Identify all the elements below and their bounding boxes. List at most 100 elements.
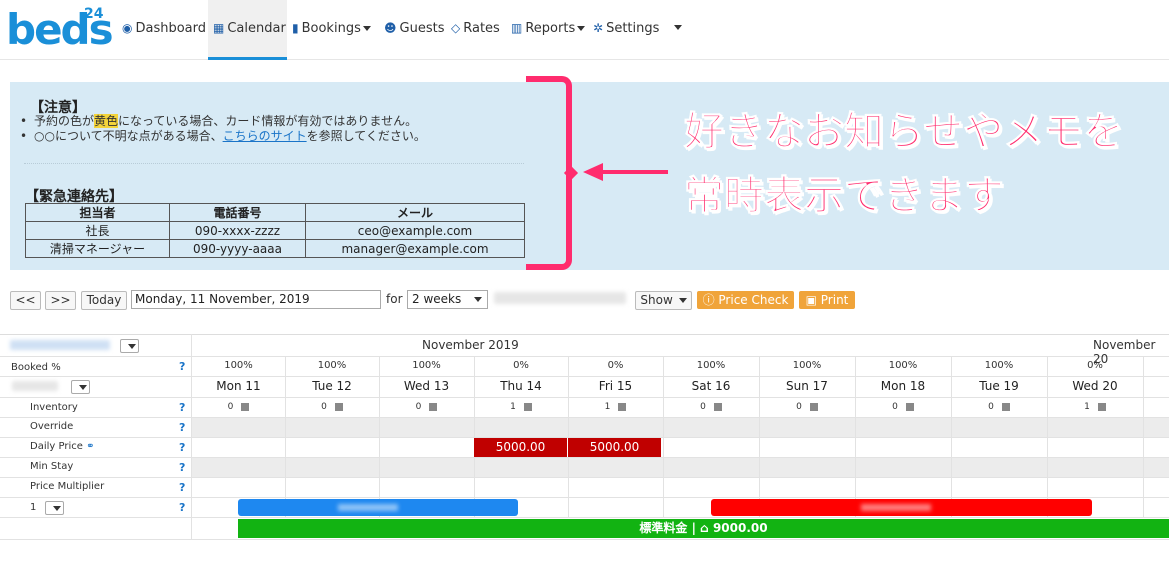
nav-rates[interactable]: ◇ Rates bbox=[451, 0, 500, 60]
inventory-count: 0 bbox=[227, 402, 234, 412]
date-input[interactable]: Monday, 11 November, 2019 bbox=[131, 290, 381, 309]
help-icon[interactable]: ? bbox=[179, 401, 185, 414]
day-header: Sun 17 bbox=[786, 379, 828, 393]
chevron-down-icon bbox=[674, 25, 682, 30]
inventory-cell[interactable]: 1 bbox=[571, 402, 661, 412]
rate-bar[interactable]: 標準料金 | ⌂ 9000.00 bbox=[238, 519, 1169, 538]
prev-button[interactable]: << bbox=[10, 291, 41, 310]
price-check-label: Price Check bbox=[718, 293, 789, 307]
help-icon[interactable]: ? bbox=[179, 481, 185, 494]
property-dropdown[interactable] bbox=[120, 339, 139, 353]
room-icon bbox=[618, 402, 627, 411]
nav-reports[interactable]: ▥ Reports bbox=[511, 0, 586, 60]
column-header: 電話番号 bbox=[169, 203, 306, 222]
notice-item-2: ○○について不明な点がある場合、こちらのサイトを参照してください。 bbox=[20, 129, 426, 144]
room-icon bbox=[334, 402, 343, 411]
price-check-button[interactable]: ⓘ Price Check bbox=[697, 291, 794, 309]
grid-line bbox=[1143, 356, 1144, 518]
inventory-cell[interactable]: 1 bbox=[1050, 402, 1140, 412]
nav-dashboard-label: Dashboard bbox=[135, 21, 207, 36]
nav-settings[interactable]: ✲ Settings bbox=[593, 0, 659, 60]
top-navbar: beds 24 ◉ Dashboard ▦ Calendar ▮ Bookings ☻… bbox=[0, 0, 1169, 60]
unit-dropdown[interactable] bbox=[45, 501, 64, 515]
grid-line bbox=[951, 356, 952, 518]
inventory-cell[interactable]: 0 bbox=[762, 402, 852, 412]
blurred-guest-name bbox=[338, 504, 398, 511]
grid-line bbox=[0, 497, 1169, 498]
room-icon bbox=[1097, 402, 1106, 411]
booked-percent: 0% bbox=[607, 360, 624, 371]
inventory-cell[interactable]: 0 bbox=[382, 402, 472, 412]
nav-calendar[interactable]: ▦ Calendar bbox=[208, 0, 287, 60]
bookings-icon: ▮ bbox=[292, 21, 299, 35]
rate-name: 標準料金 | bbox=[639, 521, 701, 535]
notice-item-1: 予約の色が黄色になっている場合、カード情報が有効ではありません。 bbox=[20, 114, 426, 129]
today-button[interactable]: Today bbox=[81, 291, 127, 310]
chevron-down-icon bbox=[79, 385, 87, 390]
grid-line bbox=[379, 356, 380, 518]
table-cell: 090-xxxx-zzzz bbox=[169, 221, 306, 240]
day-header: Mon 11 bbox=[216, 379, 261, 393]
inventory-cell[interactable]: 0 bbox=[954, 402, 1044, 412]
help-icon[interactable]: ? bbox=[179, 501, 185, 514]
nav-guests-label: Guests bbox=[399, 21, 445, 36]
inventory-count: 0 bbox=[892, 402, 898, 412]
daily-price-cell[interactable]: 5000.00 bbox=[568, 438, 661, 457]
daily-price-text: Daily Price bbox=[30, 441, 83, 452]
chevron-down-icon bbox=[474, 297, 482, 302]
table-row: 清掃マネージャー 090-yyyy-aaaa manager@example.c… bbox=[25, 239, 525, 258]
booking-bar-blue[interactable] bbox=[238, 499, 518, 516]
grid-line bbox=[285, 356, 286, 518]
room-icon bbox=[905, 402, 914, 411]
room-dropdown[interactable] bbox=[71, 380, 90, 394]
daily-price-cell[interactable]: 5000.00 bbox=[474, 438, 567, 457]
annotation-arrow-head bbox=[583, 163, 603, 181]
help-icon[interactable]: ? bbox=[179, 441, 185, 454]
grid-line bbox=[855, 356, 856, 518]
blurred-guest-name bbox=[861, 504, 931, 511]
booking-bar-red[interactable] bbox=[711, 499, 1092, 516]
link-icon[interactable]: ⚭ bbox=[86, 441, 94, 452]
nav-dashboard[interactable]: ◉ Dashboard bbox=[122, 0, 206, 60]
beds24-logo[interactable]: beds 24 bbox=[6, 4, 114, 54]
inventory-count: 0 bbox=[988, 402, 994, 412]
grid-line bbox=[0, 397, 1169, 398]
next-button[interactable]: >> bbox=[45, 291, 76, 310]
nav-more-dropdown[interactable] bbox=[672, 0, 682, 60]
blurred-property-name[interactable] bbox=[10, 340, 110, 350]
help-icon[interactable]: ? bbox=[179, 421, 185, 434]
override-row-bg bbox=[192, 418, 1169, 437]
home-icon: ⌂ bbox=[700, 521, 709, 535]
nav-guests[interactable]: ☻ Guests bbox=[384, 0, 444, 60]
table-cell: 清掃マネージャー bbox=[25, 239, 170, 258]
inventory-cell[interactable]: 0 bbox=[858, 402, 948, 412]
grid-line bbox=[0, 417, 1169, 418]
chevron-down-icon bbox=[362, 26, 371, 31]
inventory-count: 0 bbox=[321, 402, 327, 412]
blurred-property-select[interactable] bbox=[494, 292, 626, 304]
tag-icon: ◇ bbox=[451, 21, 461, 35]
rate-value: 9000.00 bbox=[712, 521, 768, 535]
inventory-cell[interactable]: 0 bbox=[194, 402, 284, 412]
chevron-down-icon bbox=[577, 26, 586, 31]
print-button[interactable]: ▣ Print bbox=[799, 291, 855, 309]
blurred-room-name[interactable] bbox=[12, 381, 58, 391]
day-header: Mon 18 bbox=[880, 379, 926, 393]
inventory-cell[interactable]: 1 bbox=[476, 402, 566, 412]
grid-line bbox=[759, 356, 760, 518]
show-button[interactable]: Show bbox=[635, 291, 692, 310]
booked-label: Booked % bbox=[11, 362, 61, 373]
help-icon[interactable]: ? bbox=[179, 360, 185, 373]
annotation-text-line1: 好きなお知らせやメモを bbox=[683, 109, 1124, 156]
inventory-cell[interactable]: 0 bbox=[666, 402, 756, 412]
day-header: Wed 13 bbox=[403, 379, 450, 393]
room-icon bbox=[713, 402, 722, 411]
period-select[interactable]: 2 weeks bbox=[407, 290, 488, 309]
inventory-cell[interactable]: 0 bbox=[287, 402, 377, 412]
inventory-label: Inventory bbox=[30, 402, 78, 413]
column-header: メール bbox=[305, 203, 525, 222]
reference-link[interactable]: こちらのサイト bbox=[223, 129, 307, 143]
booked-percent: 100% bbox=[696, 360, 726, 371]
help-icon[interactable]: ? bbox=[179, 461, 185, 474]
nav-bookings[interactable]: ▮ Bookings bbox=[292, 0, 371, 60]
